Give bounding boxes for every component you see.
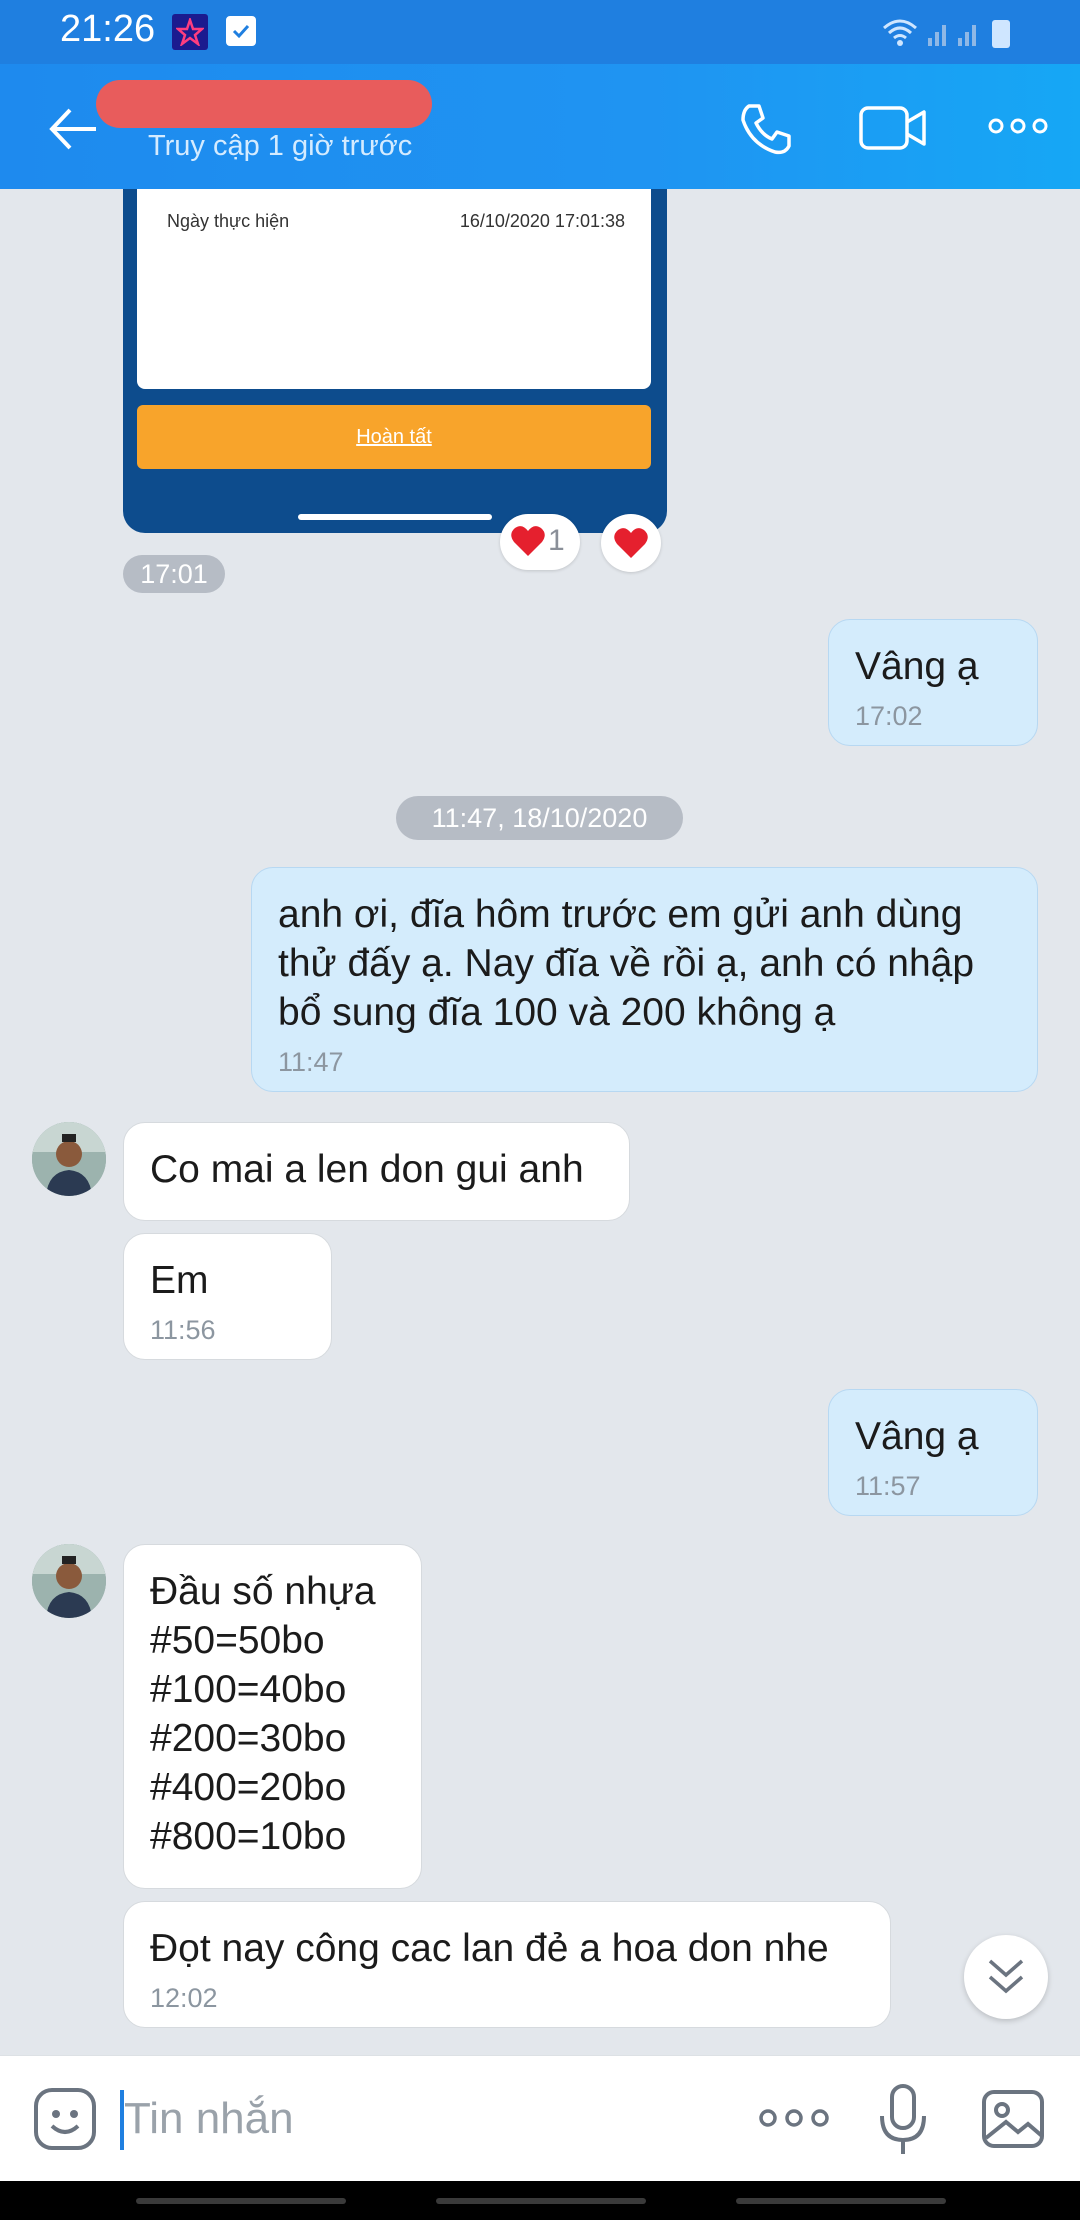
text-cursor: [120, 2090, 124, 2150]
input-more-button[interactable]: [758, 2108, 830, 2128]
double-chevron-down-icon: [988, 1959, 1024, 1994]
call-button[interactable]: [735, 98, 797, 160]
reaction-summary[interactable]: 1: [500, 514, 580, 570]
more-options-button[interactable]: [988, 114, 1048, 138]
contact-avatar[interactable]: [32, 1544, 106, 1618]
message-bubble-incoming[interactable]: Em 11:56: [123, 1233, 332, 1360]
message-text: Em: [150, 1259, 209, 1302]
receipt-label: Ngày thực hiện: [167, 211, 290, 231]
contact-avatar[interactable]: [32, 1122, 106, 1196]
microphone-icon: [880, 2084, 926, 2154]
image-picker-button[interactable]: [980, 2086, 1046, 2152]
receipt-value: 16/10/2020 17:01:38: [459, 211, 625, 231]
message-input[interactable]: [120, 2086, 724, 2152]
battery-icon: [992, 20, 1010, 48]
message-text: Đầu số nhựa #50=50bo #100=40bo #200=30bo…: [150, 1570, 376, 1858]
video-call-button[interactable]: [858, 100, 928, 156]
finish-button-screenshot: Hoàn tất: [137, 405, 651, 469]
system-status-icons: [880, 14, 1040, 55]
message-text: Vâng ạ: [855, 1415, 979, 1458]
video-icon: [859, 106, 926, 150]
heart-icon: [614, 528, 648, 558]
message-bubble-outgoing[interactable]: Vâng ạ 11:57: [828, 1389, 1038, 1516]
message-time: 11:47: [278, 1047, 344, 1077]
screenshot-home-indicator: [298, 514, 492, 520]
message-bubble-outgoing[interactable]: anh ơi, đĩa hôm trước em gửi anh dùng th…: [251, 867, 1038, 1092]
nav-recent-button[interactable]: [136, 2198, 346, 2204]
message-bubble-incoming[interactable]: Co mai a len don gui anh: [123, 1122, 630, 1221]
message-time: 12:02: [150, 1983, 218, 2013]
chat-header: Truy cập 1 giờ trước: [0, 64, 1080, 189]
checkbox-notification-icon: [226, 16, 256, 46]
more-icon: [759, 2109, 829, 2127]
message-text: Co mai a len don gui anh: [150, 1148, 584, 1191]
wifi-icon: [883, 19, 917, 40]
react-heart-button[interactable]: [601, 514, 661, 572]
message-time: 11:57: [855, 1471, 921, 1501]
message-text: anh ơi, đĩa hôm trước em gửi anh dùng th…: [278, 893, 975, 1034]
phone-icon: [741, 104, 791, 155]
sticker-icon: [34, 2088, 96, 2150]
contact-status: Truy cập 1 giờ trước: [148, 130, 413, 162]
contact-name-redacted[interactable]: [96, 80, 432, 128]
more-icon: [988, 118, 1048, 134]
system-navigation-bar: [0, 2181, 1080, 2220]
nav-home-button[interactable]: [436, 2198, 646, 2204]
receipt-card: Ngày thực hiện 16/10/2020 17:01:38: [137, 189, 651, 389]
message-time: 11:56: [150, 1315, 216, 1345]
scroll-to-bottom-button[interactable]: [964, 1935, 1048, 2019]
nav-back-button[interactable]: [736, 2198, 946, 2204]
app-notification-icon: [172, 14, 208, 50]
message-input-bar: [0, 2055, 1080, 2182]
emoji-button[interactable]: [32, 2086, 98, 2152]
message-bubble-incoming[interactable]: Đọt nay công cac lan đẻ a hoa don nhe 12…: [123, 1901, 891, 2028]
message-time: 17:02: [855, 701, 923, 731]
heart-icon: [511, 526, 545, 556]
voice-message-button[interactable]: [878, 2082, 928, 2158]
image-icon: [982, 2090, 1044, 2148]
reaction-count: 1: [548, 524, 565, 557]
message-text: Vâng ạ: [855, 645, 979, 688]
message-timestamp: 17:01: [123, 555, 225, 593]
message-bubble-incoming[interactable]: Đầu số nhựa #50=50bo #100=40bo #200=30bo…: [123, 1544, 422, 1889]
status-time: 21:26: [60, 8, 156, 50]
signal-icon: [928, 25, 976, 46]
date-divider: 11:47, 18/10/2020: [396, 796, 683, 840]
status-bar: 21:26: [0, 0, 1080, 64]
shared-image-message[interactable]: Ngày thực hiện 16/10/2020 17:01:38 Hoàn …: [123, 189, 667, 533]
message-text: Đọt nay công cac lan đẻ a hoa don nhe: [150, 1927, 829, 1970]
message-bubble-outgoing[interactable]: Vâng ạ 17:02: [828, 619, 1038, 746]
